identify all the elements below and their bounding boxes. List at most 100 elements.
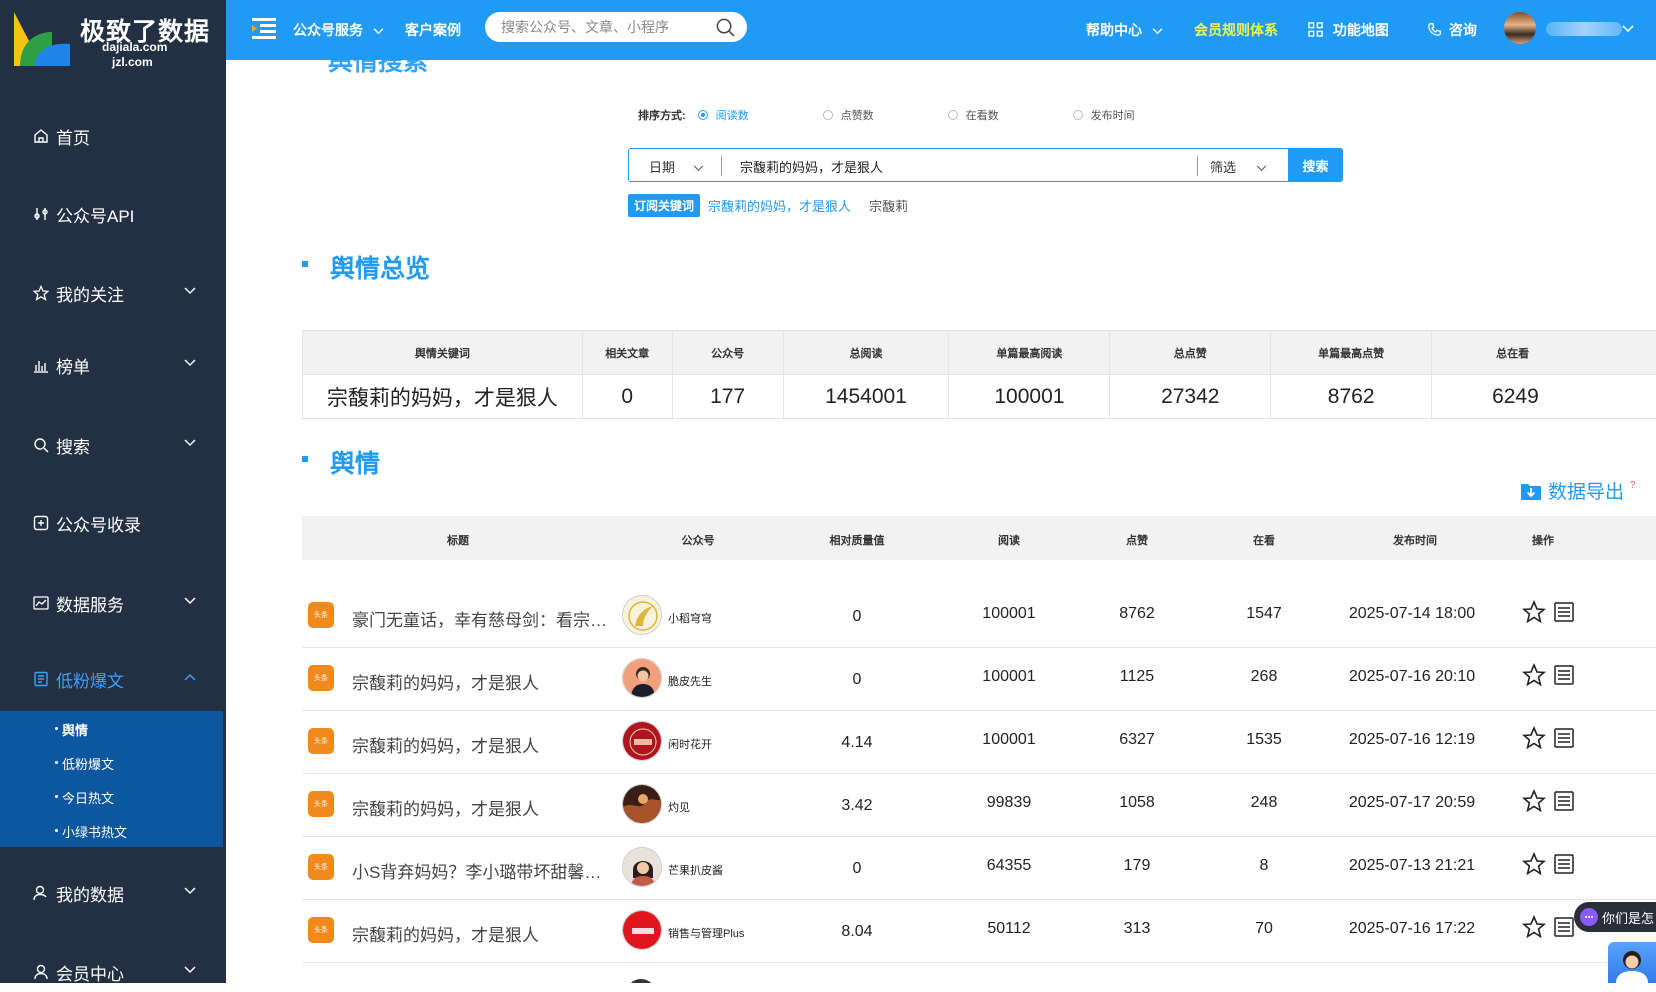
document-icon[interactable]: [1553, 664, 1575, 686]
radio-checked-icon: [698, 110, 708, 120]
help-icon[interactable]: ?: [1630, 480, 1636, 491]
data-export-label: 数据导出: [1548, 477, 1624, 504]
account-avatar[interactable]: [622, 847, 662, 887]
nav-help-center-label: 帮助中心: [1086, 22, 1142, 38]
table-row[interactable]: 头条 宗馥莉的妈妈，才是狠人 闲时花开 4.14 100001 6327 153…: [302, 711, 1656, 774]
sidebar-item-home[interactable]: 首页: [0, 116, 226, 156]
star-icon[interactable]: [1522, 600, 1546, 624]
document-icon[interactable]: [1553, 853, 1575, 875]
star-icon[interactable]: [1522, 915, 1546, 939]
account-avatar[interactable]: [622, 721, 662, 761]
sort-by-likes[interactable]: 点赞数: [823, 107, 874, 123]
chat-widget[interactable]: 你们是怎: [1574, 902, 1656, 932]
document-icon[interactable]: [1553, 790, 1575, 812]
article-title[interactable]: 豪门无童话，幸有慈母剑：看宗馥莉的妈妈如何: [352, 606, 610, 631]
sort-option-label: 在看数: [966, 107, 999, 123]
sort-by-reads[interactable]: 阅读数: [698, 107, 749, 123]
publish-time: 2025-07-17 20:59: [1349, 794, 1475, 812]
overview-header-row: 舆情关键词 相关文章 公众号 总阅读 单篇最高阅读 总点赞 单篇最高点赞 总在看: [303, 331, 1656, 375]
submenu-item-green-book[interactable]: 小绿书热文: [62, 822, 127, 841]
search-icon[interactable]: [716, 18, 735, 37]
account-name[interactable]: 芒果扒皮酱: [668, 862, 723, 878]
sidebar-item-api[interactable]: 公众号API: [0, 194, 226, 234]
nav-customer-cases[interactable]: 客户案例: [405, 20, 461, 40]
publish-time: 2025-07-13 21:21: [1349, 857, 1475, 875]
article-title[interactable]: 宗馥莉的妈妈，才是狠人: [352, 795, 610, 820]
table-row[interactable]: 头条 宗馥莉的妈妈，才是狠人 脆皮先生 0 100001 1125 268 20…: [302, 648, 1656, 711]
article-title[interactable]: 宗馥莉的妈妈，才是狠人: [352, 732, 610, 757]
sidebar-edge: [224, 960, 226, 983]
sidebar-item-member[interactable]: 会员中心: [0, 952, 226, 992]
sidebar-item-search[interactable]: 搜索: [0, 425, 226, 465]
sidebar-item-follow[interactable]: 我的关注: [0, 273, 226, 313]
account-avatar[interactable]: [622, 658, 662, 698]
likes-value: 179: [1124, 857, 1151, 875]
date-dropdown[interactable]: 日期: [649, 157, 704, 176]
star-icon[interactable]: [1522, 726, 1546, 750]
brand-domain-2: jzl.com: [112, 55, 153, 69]
menu-toggle-icon[interactable]: [252, 18, 276, 40]
sort-options: 排序方式: 阅读数 点赞数 在看数 发布时间: [638, 107, 1209, 123]
account-avatar[interactable]: [622, 784, 662, 824]
articles-header: 点赞: [1126, 532, 1148, 548]
source-tag: 头条: [308, 854, 334, 880]
nav-consult[interactable]: 咨询: [1428, 20, 1477, 40]
watching-value: 70: [1255, 920, 1273, 938]
search-icon: [32, 436, 50, 454]
chevron-down-icon[interactable]: [1622, 25, 1634, 33]
sidebar-item-label: 公众号API: [56, 202, 134, 227]
brand-logo[interactable]: 极致了数据 dajiala.com jzl.com: [0, 0, 226, 78]
account-name[interactable]: 小稻穹穹: [668, 610, 712, 626]
nav-help-center[interactable]: 帮助中心: [1086, 20, 1163, 40]
nav-feature-map[interactable]: 功能地图: [1308, 20, 1389, 40]
account-avatar[interactable]: [622, 595, 662, 635]
account-name[interactable]: 闲时花开: [668, 736, 712, 752]
table-row-partial: [302, 963, 1656, 983]
sidebar-item-my-data[interactable]: 我的数据: [0, 873, 226, 913]
account-name[interactable]: 销售与管理Plus: [668, 925, 744, 941]
star-icon[interactable]: [1522, 852, 1546, 876]
data-export-button[interactable]: 数据导出 ?: [1520, 477, 1636, 504]
table-row[interactable]: 头条 小S背弃妈妈？李小璐带坏甜馨？宗馥莉的妈妈 芒果扒皮酱 0 64355 1…: [302, 837, 1656, 900]
nav-account-service[interactable]: 公众号服务: [293, 20, 384, 40]
account-name[interactable]: 灼见: [668, 799, 690, 815]
submenu-item-low-fan[interactable]: 低粉爆文: [62, 754, 114, 773]
keyword-link[interactable]: 宗馥莉的妈妈，才是狠人: [708, 196, 851, 215]
top-search-input[interactable]: [501, 17, 711, 37]
table-row[interactable]: 头条 豪门无童话，幸有慈母剑：看宗馥莉的妈妈如何 小稻穹穹 0 100001 8…: [302, 585, 1656, 648]
subscribe-keyword-tag[interactable]: 订阅关键词: [628, 194, 700, 217]
sidebar-item-rank[interactable]: 榜单: [0, 345, 226, 385]
star-icon[interactable]: [1522, 789, 1546, 813]
keyword-link[interactable]: 宗馥莉: [869, 196, 908, 215]
document-icon[interactable]: [1553, 727, 1575, 749]
reads-value: 64355: [987, 857, 1032, 875]
likes-value: 6327: [1119, 731, 1155, 749]
overview-header: 单篇最高阅读: [949, 331, 1110, 375]
star-icon[interactable]: [1522, 663, 1546, 687]
nav-member-rules[interactable]: 会员规则体系: [1194, 20, 1278, 40]
account-name[interactable]: 脆皮先生: [668, 673, 712, 689]
sort-by-watching[interactable]: 在看数: [948, 107, 999, 123]
chevron-down-icon: [1256, 165, 1267, 172]
article-title[interactable]: 宗馥莉的妈妈，才是狠人: [352, 921, 610, 946]
support-agent-avatar[interactable]: [1608, 942, 1656, 983]
article-title[interactable]: 宗馥莉的妈妈，才是狠人: [352, 669, 610, 694]
article-title[interactable]: 小S背弃妈妈？李小璐带坏甜馨？宗馥莉的妈妈: [352, 858, 610, 883]
search-button[interactable]: 搜索: [1288, 148, 1343, 182]
filter-dropdown[interactable]: 筛选: [1210, 157, 1267, 176]
overview-header: 舆情关键词: [303, 331, 583, 375]
table-row[interactable]: 头条 宗馥莉的妈妈，才是狠人 灼见 3.42 99839 1058 248 20…: [302, 774, 1656, 837]
sidebar-item-data-service[interactable]: 数据服务: [0, 583, 226, 623]
overview-cell: 0: [582, 375, 672, 419]
keyword-input[interactable]: [740, 156, 1210, 176]
document-icon[interactable]: [1553, 601, 1575, 623]
user-avatar[interactable]: [1504, 12, 1536, 44]
table-row[interactable]: 头条 宗馥莉的妈妈，才是狠人 销售与管理Plus 8.04 50112 313 …: [302, 900, 1656, 963]
account-avatar[interactable]: [622, 910, 662, 950]
sidebar-item-low-fan[interactable]: 低粉爆文: [0, 659, 226, 699]
sort-by-publish-time[interactable]: 发布时间: [1073, 107, 1135, 123]
submenu-item-sentiment[interactable]: 舆情: [62, 720, 88, 739]
sidebar-item-collect[interactable]: 公众号收录: [0, 503, 226, 543]
document-icon[interactable]: [1553, 916, 1575, 938]
submenu-item-today-hot[interactable]: 今日热文: [62, 788, 114, 807]
